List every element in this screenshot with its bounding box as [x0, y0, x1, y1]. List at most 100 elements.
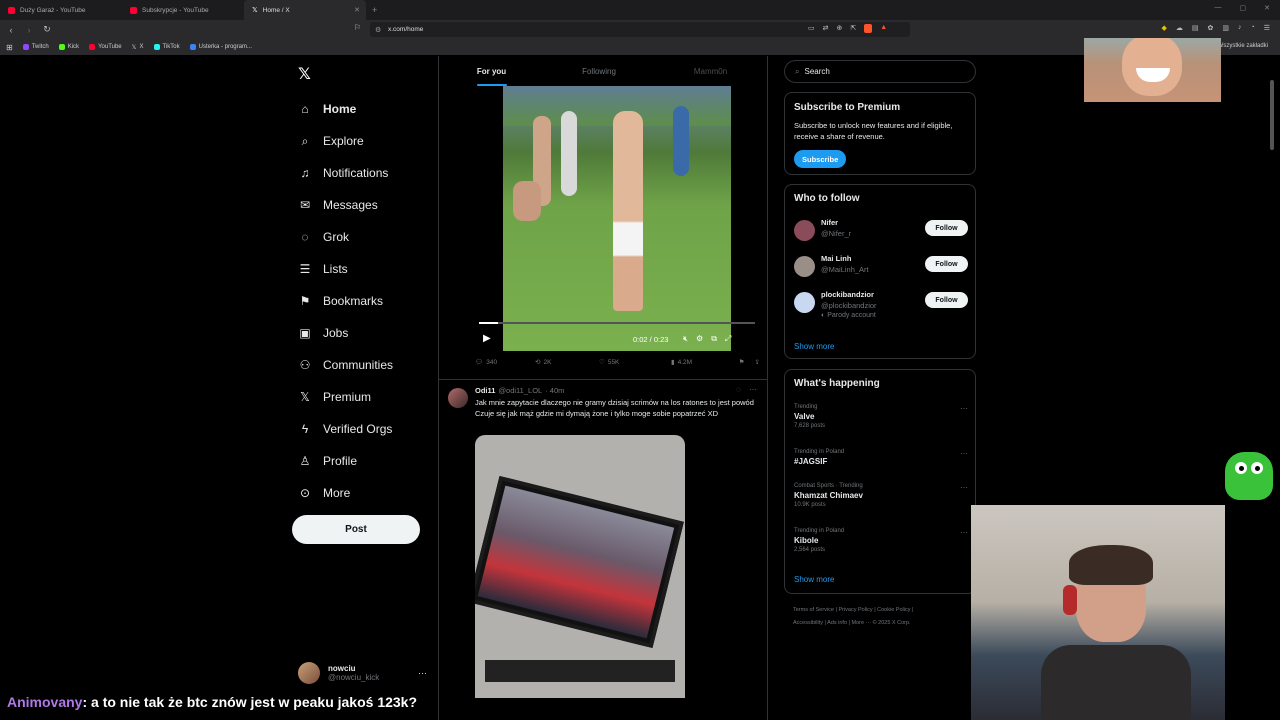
x-logo-icon[interactable]: 𝕏: [298, 64, 311, 84]
more-dots-icon[interactable]: ···: [960, 528, 968, 537]
browser-tab-2[interactable]: Subskrypcje - YouTube: [122, 0, 244, 20]
sidebar-item-communities[interactable]: ⚇ Communities: [298, 349, 393, 381]
tab-mamm0n[interactable]: Mamm0n: [654, 56, 767, 86]
sidebar-item-jobs[interactable]: ▣ Jobs: [298, 317, 393, 349]
repost-button[interactable]: ⟲ 2K: [535, 358, 599, 367]
tweet-image[interactable]: [475, 435, 685, 698]
subscribe-button[interactable]: Subscribe: [794, 150, 847, 168]
brave-rewards-icon[interactable]: ▲: [880, 24, 887, 33]
grok-icon[interactable]: ◌: [736, 385, 741, 394]
close-tab-icon[interactable]: ✕: [354, 6, 360, 14]
apps-grid-icon[interactable]: ⊞: [6, 43, 13, 52]
trend-item[interactable]: Trending Valve 7,628 posts ···: [794, 404, 968, 429]
more-dots-icon[interactable]: ···: [749, 385, 757, 394]
share-icon[interactable]: ⇪: [755, 358, 760, 366]
avatar[interactable]: [448, 388, 468, 408]
post-button[interactable]: Post: [292, 515, 420, 544]
bookmark-page-icon[interactable]: ⚐: [354, 23, 361, 32]
follow-suggestion[interactable]: Mai Linh @MaiLinh_Art Follow: [794, 254, 968, 282]
bookmark-tiktok[interactable]: TikTok: [153, 44, 180, 50]
sidebar-item-lists[interactable]: ☰ Lists: [298, 253, 393, 285]
bookmark-usterka[interactable]: Usterka - program...: [189, 44, 252, 50]
bookmark-twitch[interactable]: Twitch: [22, 44, 49, 50]
more-dots-icon[interactable]: ···: [418, 668, 427, 678]
follow-suggestion[interactable]: Nifer @Nifer_r Follow: [794, 218, 968, 246]
page-scrollbar[interactable]: [1270, 80, 1274, 150]
search-input[interactable]: ⌕ Search: [784, 60, 976, 83]
mute-icon[interactable]: 🔇︎: [683, 334, 688, 344]
fullscreen-icon[interactable]: ⤢: [725, 334, 731, 344]
sidebar-icon[interactable]: ▥: [1222, 24, 1229, 32]
sidebar-item-bookmarks[interactable]: ⚑ Bookmarks: [298, 285, 393, 317]
follow-button[interactable]: Follow: [925, 256, 968, 272]
views-button[interactable]: ▮ 4.2M: [671, 358, 731, 367]
tweet-author-handle[interactable]: @odi11_LOL: [498, 386, 542, 395]
sidebar-item-messages[interactable]: ✉ Messages: [298, 189, 393, 221]
follow-suggestion[interactable]: plockibandzior @plockibandzior ◐ Parody …: [794, 290, 968, 326]
sidebar-item-verified-orgs[interactable]: ϟ Verified Orgs: [298, 413, 393, 445]
video-player[interactable]: [503, 86, 731, 351]
trend-item[interactable]: Trending in Poland #JAGSIF ···: [794, 449, 968, 466]
sidebar-item-notifications[interactable]: ♫ Notifications: [298, 157, 393, 189]
sidebar-item-home[interactable]: ⌂ Home: [298, 93, 393, 125]
all-bookmarks[interactable]: Wszystkie zakładki: [1218, 43, 1268, 49]
more-dots-icon[interactable]: ···: [960, 483, 968, 492]
cast-icon[interactable]: ▭: [808, 24, 815, 33]
bookmark-youtube[interactable]: YouTube: [89, 44, 122, 50]
youtube-icon: [130, 6, 137, 14]
maximize-icon[interactable]: ▢: [1240, 4, 1247, 12]
account-switcher[interactable]: nowciu @nowciu_kick: [298, 662, 379, 684]
close-window-icon[interactable]: ✕: [1264, 4, 1270, 12]
bookmark-icon[interactable]: ⚑: [739, 358, 745, 366]
more-dots-icon[interactable]: ···: [960, 449, 968, 458]
show-more-link[interactable]: Show more: [794, 342, 834, 351]
follow-button[interactable]: Follow: [925, 292, 968, 308]
like-button[interactable]: ♡ 55K: [599, 358, 671, 367]
tab-following[interactable]: Following: [544, 56, 654, 86]
share-icon[interactable]: ⇱: [850, 24, 856, 33]
tweet[interactable]: Odi11 @odi11_LOL · 40m ◌ ··· Jak mnie za…: [439, 379, 767, 698]
briefcase-icon: ▣: [299, 326, 311, 340]
wallet-icon[interactable]: ▤: [1192, 24, 1199, 32]
new-tab-button[interactable]: +: [372, 5, 377, 15]
sidebar-item-explore[interactable]: ⌕ Explore: [298, 125, 393, 157]
video-progress-bar[interactable]: [479, 322, 755, 324]
site-info-icon[interactable]: ⚙: [375, 26, 381, 34]
bookmark-kick[interactable]: Kick: [58, 44, 79, 50]
vpn-icon[interactable]: ☁: [1176, 24, 1183, 32]
settings-icon[interactable]: ⚙: [696, 334, 703, 344]
zoom-icon[interactable]: ⊕: [837, 24, 843, 33]
browser-tab-1[interactable]: Duży Garaż - YouTube: [0, 0, 122, 20]
sidebar-item-more[interactable]: ⊙ More: [298, 477, 393, 509]
tweet-time[interactable]: · 40m: [545, 386, 564, 395]
minimize-icon[interactable]: —: [1215, 4, 1222, 12]
reply-button[interactable]: 💬︎ 340: [475, 358, 535, 367]
footer-line[interactable]: Terms of Service | Privacy Policy | Cook…: [793, 604, 963, 617]
bookmark-x[interactable]: 𝕏X: [132, 44, 144, 51]
back-icon[interactable]: ‹: [4, 25, 18, 35]
reload-icon[interactable]: ↻: [40, 24, 54, 35]
trend-item[interactable]: Combat Sports · Trending Khamzat Chimaev…: [794, 483, 968, 508]
extension-icon[interactable]: ◆: [1161, 24, 1166, 32]
show-more-link[interactable]: Show more: [794, 575, 834, 584]
forward-icon[interactable]: ›: [22, 25, 36, 35]
extensions-icon[interactable]: ✿: [1207, 24, 1213, 32]
profile-icon[interactable]: ◔: [1250, 24, 1254, 32]
brave-shield-icon[interactable]: [864, 24, 873, 33]
translate-icon[interactable]: ⇄: [823, 24, 829, 33]
trend-item[interactable]: Trending in Poland Kibole 2,564 posts ··…: [794, 528, 968, 553]
menu-icon[interactable]: ☰: [1264, 24, 1270, 32]
pip-icon[interactable]: ⧉: [711, 334, 717, 344]
sidebar-item-premium[interactable]: 𝕏 Premium: [298, 381, 393, 413]
play-icon[interactable]: ▶: [483, 333, 491, 344]
browser-tab-active[interactable]: 𝕏 Home / X ✕: [244, 0, 366, 20]
music-icon[interactable]: ♪: [1238, 24, 1242, 32]
reply-icon: 💬︎: [475, 359, 484, 366]
sidebar-item-grok[interactable]: ◌ Grok: [298, 221, 393, 253]
tab-for-you[interactable]: For you: [439, 56, 544, 86]
tweet-author-name[interactable]: Odi11: [475, 386, 495, 395]
follow-button[interactable]: Follow: [925, 220, 968, 236]
more-dots-icon[interactable]: ···: [960, 404, 968, 413]
footer-line[interactable]: Accessibility | Ads info | More ··· © 20…: [793, 617, 963, 630]
sidebar-item-profile[interactable]: ♙ Profile: [298, 445, 393, 477]
